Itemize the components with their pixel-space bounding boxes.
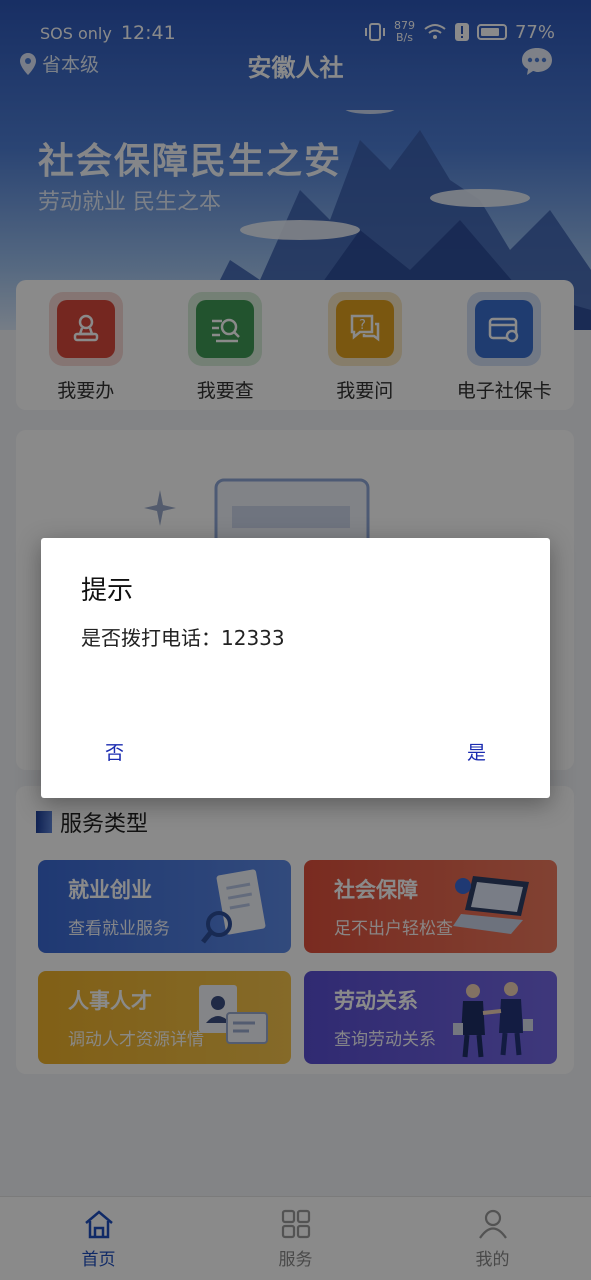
dialog-title: 提示: [81, 576, 134, 606]
dialog-message: 是否拨打电话：12333: [81, 626, 285, 650]
confirm-button[interactable]: 是: [451, 734, 502, 769]
cancel-button[interactable]: 否: [89, 734, 140, 769]
call-confirm-dialog: 提示 是否拨打电话：12333 否 是: [41, 538, 550, 798]
